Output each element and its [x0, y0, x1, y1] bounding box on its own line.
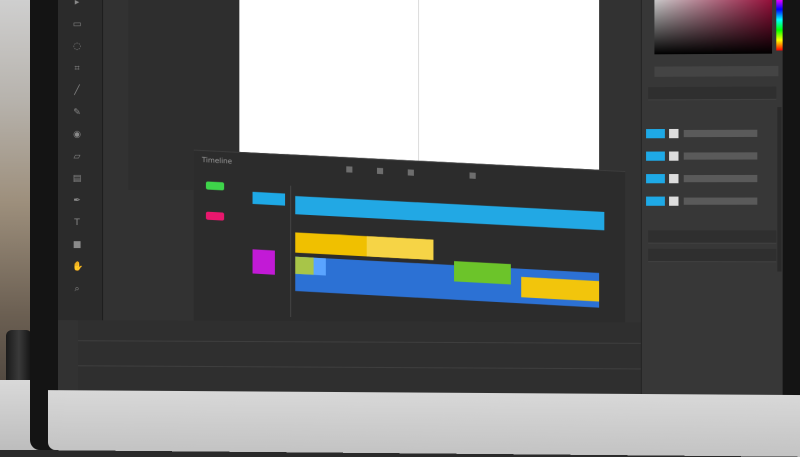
- track-divider: [290, 185, 292, 318]
- monitor-bezel: ▸ ▭ ◌ ⌗ ╱ ✎ ◉ ▱ ▤ ✒ T ■ ✋ ⌕ Timeline: [30, 0, 800, 457]
- layer-name: [683, 174, 758, 183]
- clip-thumbnail[interactable]: [252, 249, 275, 275]
- layer-row[interactable]: [646, 195, 770, 207]
- layer-color-tag: [646, 151, 665, 161]
- panel-row[interactable]: [648, 230, 777, 244]
- tool-strip: ▸ ▭ ◌ ⌗ ╱ ✎ ◉ ▱ ▤ ✒ T ■ ✋ ⌕: [57, 0, 104, 321]
- video-clip-green[interactable]: [454, 261, 511, 285]
- visibility-icon[interactable]: [669, 151, 679, 161]
- visibility-icon[interactable]: [669, 174, 679, 184]
- transition-icon[interactable]: [407, 169, 414, 176]
- layer-name: [683, 152, 758, 160]
- play-icon[interactable]: [346, 166, 353, 173]
- track-color-green[interactable]: [205, 181, 225, 191]
- right-panels: [640, 0, 783, 406]
- divider: [78, 340, 652, 344]
- panel-row[interactable]: [648, 248, 777, 263]
- split-icon[interactable]: [376, 167, 384, 175]
- color-picker-field[interactable]: [654, 0, 773, 55]
- layer-name: [683, 197, 758, 205]
- video-clip-yellow-2[interactable]: [521, 276, 600, 302]
- shape-icon[interactable]: ■: [72, 240, 82, 250]
- layer-row[interactable]: [646, 150, 770, 163]
- timeline-title: Timeline: [201, 156, 233, 166]
- visibility-icon[interactable]: [669, 196, 679, 206]
- eraser-icon[interactable]: ▱: [72, 152, 82, 162]
- hue-slider[interactable]: [776, 0, 783, 51]
- video-clip-cyan[interactable]: [295, 196, 605, 231]
- visibility-icon[interactable]: [669, 128, 679, 139]
- zoom-icon[interactable]: ⌕: [72, 284, 82, 294]
- marquee-icon[interactable]: ▭: [72, 20, 82, 30]
- eyedropper-icon[interactable]: ╱: [72, 86, 82, 96]
- pen-icon[interactable]: ✒: [72, 196, 82, 206]
- guide-line: [418, 0, 420, 178]
- lasso-icon[interactable]: ◌: [72, 42, 82, 52]
- layer-color-tag: [646, 196, 665, 206]
- video-clip-yellow-light[interactable]: [366, 236, 434, 260]
- audio-clip-lime[interactable]: [295, 256, 314, 275]
- track-header-selected[interactable]: [252, 191, 286, 206]
- brush-icon[interactable]: ✎: [72, 108, 82, 118]
- crop-icon[interactable]: ⌗: [72, 64, 82, 74]
- text-icon[interactable]: T: [72, 218, 82, 228]
- layer-color-tag: [646, 174, 665, 184]
- monitor-chin: [47, 390, 800, 457]
- panel-scrollbar[interactable]: [777, 107, 782, 272]
- hand-icon[interactable]: ✋: [72, 262, 83, 272]
- layer-color-tag: [646, 129, 665, 139]
- move-icon[interactable]: ▸: [72, 0, 82, 8]
- zoom-slider-icon[interactable]: [469, 172, 476, 179]
- panel-tab-row[interactable]: [648, 86, 777, 101]
- divider: [78, 365, 652, 370]
- swatches-row[interactable]: [654, 65, 779, 77]
- gradient-icon[interactable]: ▤: [72, 174, 82, 184]
- editor-window: ▸ ▭ ◌ ⌗ ╱ ✎ ◉ ▱ ▤ ✒ T ■ ✋ ⌕ Timeline: [57, 0, 783, 406]
- layer-row[interactable]: [646, 173, 770, 185]
- layer-name: [683, 129, 758, 138]
- layer-row[interactable]: [646, 128, 770, 141]
- clone-icon[interactable]: ◉: [72, 130, 82, 140]
- track-color-magenta[interactable]: [205, 211, 225, 221]
